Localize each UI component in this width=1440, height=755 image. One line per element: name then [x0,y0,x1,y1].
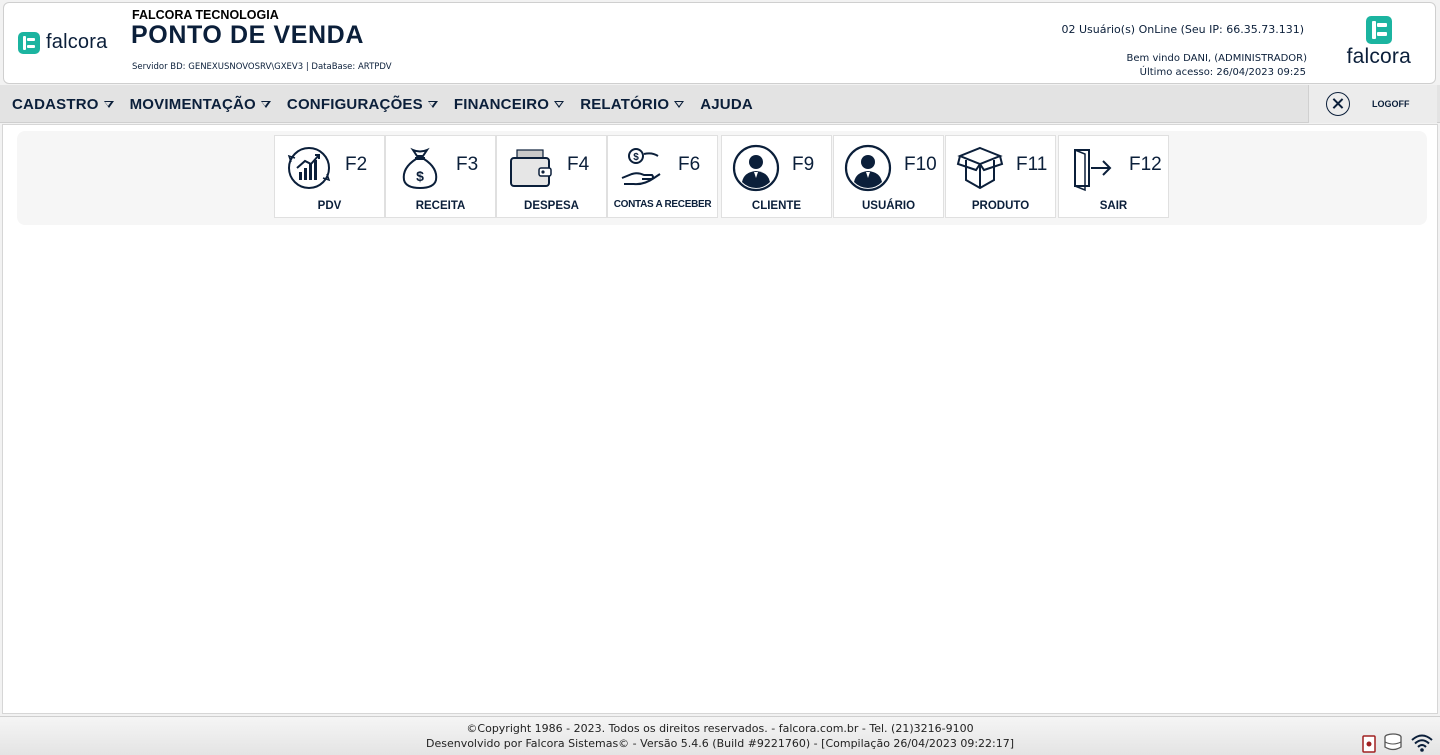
server-info: Servidor BD: GENEXUSNOVOSRV\GXEV3 | Data… [132,62,392,72]
page-title: PONTO DE VENDA [131,21,364,49]
sales-chart-icon [287,147,331,189]
falcora-logo-left: falcora [18,31,107,54]
svg-text:$: $ [633,152,639,163]
menu-ajuda[interactable]: AJUDA [700,96,753,113]
printer-status-icon[interactable] [1362,735,1376,753]
shortcut-key: F12 [1129,154,1162,175]
copyright-text: ©Copyright 1986 - 2023. Todos os direito… [466,722,974,735]
chevron-down-icon [674,100,685,108]
shortcut-label: DESPESA [524,200,579,212]
shortcut-key: F2 [345,154,368,175]
falcora-logo-text: falcora [46,31,108,53]
menu-item-label: FINANCEIRO [453,95,550,113]
shortcut-despesa[interactable]: F4 DESPESA [496,135,607,218]
shortcut-label: CONTAS A RECEBER [613,199,712,210]
shortcut-sair[interactable]: F12 SAIR [1058,135,1169,218]
shortcut-label: CLIENTE [751,200,802,212]
falcora-logo-right: falcora [1347,16,1411,69]
app-footer: ©Copyright 1986 - 2023. Todos os direito… [0,716,1440,755]
menu-relatorio[interactable]: RELATÓRIO [580,95,685,113]
wifi-icon[interactable] [1410,733,1434,753]
shortcut-toolbar: F2 PDV $ F3 RECEITA F4 DESPESA $ F6 CONT… [17,131,1427,225]
chevron-down-icon [554,100,565,108]
menu-configuracoes[interactable]: CONFIGURAÇÕES [287,96,438,113]
logoff-label: LOGOFF [1372,99,1410,109]
box-icon [956,146,1004,190]
svg-text:$: $ [416,168,424,184]
shortcut-produto[interactable]: F11 PRODUTO [945,135,1056,218]
menu-item-label: CONFIGURAÇÕES [286,95,423,113]
exit-door-icon [1074,149,1112,192]
falcora-logo-icon [18,31,40,54]
chevron-down-icon [427,100,438,108]
shortcut-label: PRODUTO [971,200,1030,212]
shortcut-key: F10 [904,154,937,175]
shortcut-label: PDV [317,200,342,212]
shortcut-receita[interactable]: $ F3 RECEITA [385,135,496,218]
main-menu-bar: CADASTRO MOVIMENTAÇÃO CONFIGURAÇÕES FINA… [0,85,1440,123]
shortcut-contas-a-receber[interactable]: $ F6 CONTAS A RECEBER [607,135,718,218]
shortcut-key: F9 [792,154,815,175]
shortcut-pdv[interactable]: F2 PDV [274,135,385,218]
menu-item-label: MOVIMENTAÇÃO [129,95,256,113]
shortcut-key: F3 [456,154,479,175]
shortcut-key: F4 [567,154,590,175]
chevron-down-icon [260,100,271,108]
wallet-icon [510,149,552,187]
database-status-icon[interactable] [1382,731,1404,753]
build-info: Desenvolvido por Falcora Sistemas© - Ver… [425,737,1015,750]
shortcut-label: SAIR [1099,200,1128,212]
shortcut-cliente[interactable]: F9 CLIENTE [721,135,832,218]
menu-movimentacao[interactable]: MOVIMENTAÇÃO [130,96,271,113]
online-users-status: 02 Usuário(s) OnLine (Seu IP: 66.35.73.1… [1061,23,1304,36]
shortcut-key: F11 [1016,154,1048,175]
main-menu: CADASTRO MOVIMENTAÇÃO CONFIGURAÇÕES FINA… [12,85,753,123]
chevron-down-icon [103,100,114,108]
menu-financeiro[interactable]: FINANCEIRO [453,95,565,113]
company-name: FALCORA TECNOLOGIA [132,8,279,22]
shortcut-label: RECEITA [415,200,466,212]
menu-cadastro[interactable]: CADASTRO [12,96,114,113]
shortcut-usuario[interactable]: F10 USUÁRIO [833,135,944,218]
shortcut-key: F6 [678,154,701,175]
menu-item-label: CADASTRO [12,95,99,113]
menu-item-label: AJUDA [700,95,753,113]
main-content: F2 PDV $ F3 RECEITA F4 DESPESA $ F6 CONT… [2,124,1438,714]
shortcut-label: USUÁRIO [861,200,916,212]
user-avatar-icon [844,144,892,192]
close-circle-icon [1326,92,1350,116]
logoff-button[interactable]: LOGOFF [1308,85,1437,123]
app-header: falcora FALCORA TECNOLOGIA PONTO DE VEND… [3,2,1436,84]
falcora-logo-text: falcora [1346,45,1411,68]
welcome-message: Bem vindo DANI, (ADMINISTRADOR) [1126,53,1307,64]
menu-item-label: RELATÓRIO [580,95,670,113]
status-icons [1362,731,1434,753]
hand-coin-icon: $ [621,148,661,186]
falcora-logo-icon [1365,16,1392,44]
money-bag-icon: $ [402,147,438,190]
user-avatar-icon [732,144,780,192]
last-access: Último acesso: 26/04/2023 09:25 [1139,67,1306,78]
